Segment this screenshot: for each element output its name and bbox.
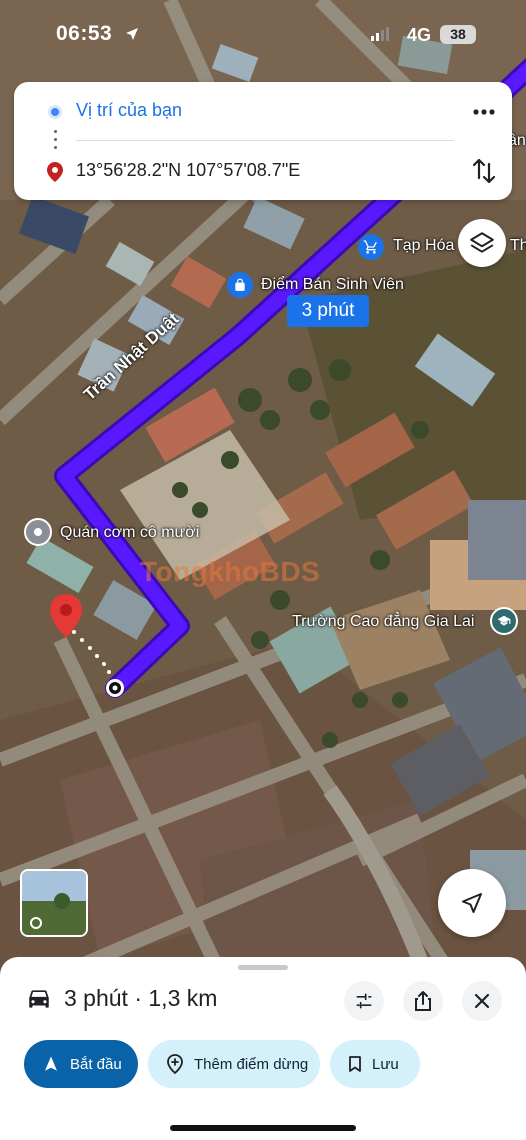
layers-icon [470, 232, 494, 253]
place-label: Quán cơm cô mười [60, 524, 200, 541]
lock-icon [227, 272, 253, 298]
layers-button[interactable] [458, 219, 506, 267]
add-stop-label: Thêm điểm dừng [194, 1055, 309, 1073]
place-label-fragment: Th [510, 237, 526, 254]
place-label: Tạp Hóa [393, 237, 455, 254]
signal-icon [371, 26, 391, 47]
place-label: Điểm Bán Sinh Viên [261, 276, 404, 293]
street-view-thumbnail[interactable] [20, 869, 88, 937]
eta-badge[interactable]: 3 phút [287, 295, 369, 327]
status-bar: 06:53 4G 38 [0, 0, 526, 70]
add-location-icon [167, 1054, 183, 1074]
save-label: Lưu [372, 1055, 399, 1073]
divider [76, 140, 454, 141]
route-options-button[interactable] [344, 981, 384, 1021]
my-location-button[interactable] [438, 869, 506, 937]
place-label: Trường Cao đẳng Gia Lai [292, 613, 475, 630]
more-options-icon[interactable] [470, 100, 498, 124]
location-arrow-icon [124, 26, 140, 47]
navigation-arrow-icon [462, 893, 482, 913]
save-button[interactable]: Lưu [330, 1040, 420, 1088]
place-marker-icon [24, 518, 52, 546]
close-icon [474, 993, 490, 1009]
battery-indicator: 38 [440, 25, 476, 44]
watermark: TongkhoBDS [140, 556, 321, 587]
start-button[interactable]: Bắt đầu [24, 1040, 138, 1088]
route-dots-icon [54, 130, 57, 156]
destination-pin-icon [47, 162, 63, 187]
school-icon [490, 607, 518, 635]
origin-field[interactable]: Vị trí của bạn [76, 100, 182, 121]
destination-pin-icon[interactable] [50, 594, 82, 638]
bookmark-icon [349, 1056, 361, 1072]
start-label: Bắt đầu [70, 1055, 122, 1073]
network-type: 4G [407, 25, 432, 45]
close-button[interactable] [462, 981, 502, 1021]
tune-icon [356, 993, 372, 1009]
swap-direction-icon[interactable] [470, 156, 498, 186]
share-icon [415, 991, 431, 1011]
navigation-arrow-icon [45, 1056, 57, 1071]
clock: 06:53 [56, 22, 113, 45]
share-button[interactable] [403, 981, 443, 1021]
car-icon [26, 988, 52, 1015]
home-indicator[interactable] [170, 1125, 356, 1131]
sheet-grabber[interactable] [238, 965, 288, 970]
origin-dot-icon [48, 105, 62, 119]
destination-field[interactable]: 13°56'28.2"N 107°57'08.7"E [76, 160, 300, 181]
directions-card: Vị trí của bạn 13°56'28.2"N 107°57'08.7"… [14, 82, 512, 200]
route-bottom-sheet: 3 phút · 1,3 km Bắt đầu Thêm điểm dừng L… [0, 957, 526, 1140]
route-summary: 3 phút · 1,3 km [64, 985, 218, 1011]
shopping-cart-icon [358, 234, 384, 260]
add-stop-button[interactable]: Thêm điểm dừng [148, 1040, 320, 1088]
